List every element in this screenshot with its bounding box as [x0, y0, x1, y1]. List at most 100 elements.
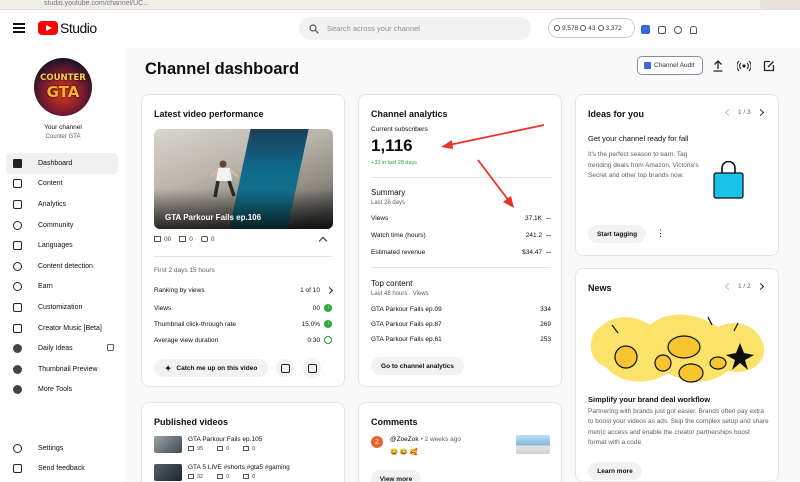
- ideas-icon: [12, 344, 22, 354]
- comment-author[interactable]: @ZoeZok: [390, 436, 419, 443]
- extension-icon[interactable]: [641, 25, 650, 34]
- channel-avatar[interactable]: COUNTER GTA: [34, 58, 92, 116]
- stats-extension-chip[interactable]: 9,578 43 3,372: [548, 18, 635, 38]
- upload-icon[interactable]: [710, 58, 726, 74]
- sidebar-item-creator-music[interactable]: Creator Music [Beta]: [6, 318, 118, 339]
- news-body: Partnering with brands just got easier. …: [588, 408, 769, 447]
- news-headline: Simplify your brand deal workflow: [588, 395, 711, 404]
- edit-icon[interactable]: [761, 58, 777, 74]
- sparkle-icon: ✦: [164, 363, 172, 373]
- comment-video-thumb[interactable]: [516, 435, 550, 454]
- comment-icon: [307, 363, 317, 373]
- thumbnail-icon: [12, 364, 22, 374]
- sidebar-item-content[interactable]: Content: [6, 174, 118, 195]
- channel-analytics-card: Channel analytics Current subscribers 1,…: [358, 94, 562, 387]
- caption-icon[interactable]: [658, 25, 666, 34]
- video-thumb[interactable]: [154, 464, 182, 481]
- sidebar-item-label: Thumbnail Preview: [38, 365, 98, 373]
- metric-label: Ranking by views: [154, 287, 205, 294]
- top-icons: [641, 25, 697, 34]
- eye-icon: [580, 25, 587, 31]
- view-more-button[interactable]: View more: [371, 470, 421, 482]
- news-title: News: [588, 283, 612, 293]
- go-to-analytics-button[interactable]: Go to channel analytics: [371, 357, 464, 375]
- sidebar-item-content-detection[interactable]: Content detection: [6, 256, 118, 277]
- catch-me-up-button[interactable]: ✦ Catch me up on this video: [154, 359, 268, 377]
- youtube-logo-icon: [38, 21, 58, 35]
- likes-stat: 0: [200, 236, 214, 243]
- published-video-title[interactable]: GTA Parkour Fails ep.105: [188, 436, 262, 443]
- stat-watch: 3,372: [605, 24, 622, 32]
- chevron-left-icon[interactable]: [724, 108, 733, 117]
- divider: [154, 256, 332, 257]
- comments-title: Comments: [371, 417, 418, 427]
- more-vert-icon[interactable]: ⋮: [656, 229, 665, 238]
- start-tagging-button[interactable]: Start tagging: [588, 225, 646, 243]
- chevron-left-icon[interactable]: [724, 282, 733, 291]
- feedback-icon: [12, 464, 22, 474]
- top-content-row[interactable]: GTA Parkour Fails ep.09 334: [371, 306, 551, 313]
- logo-text: Studio: [60, 20, 97, 36]
- comment-icon: [179, 236, 187, 243]
- news-page-count: 1 / 2: [738, 283, 751, 290]
- top-content-row[interactable]: GTA Parkour Fails ep.87 269: [371, 321, 551, 328]
- sidebar-item-earn[interactable]: Earn: [6, 277, 118, 298]
- sidebar-item-languages[interactable]: Languages: [6, 235, 118, 256]
- sidebar: COUNTER GTA Your channel Counter GTA Das…: [0, 48, 126, 482]
- sidebar-item-more-tools[interactable]: More Tools: [6, 380, 118, 401]
- dashboard-icon: [12, 158, 22, 168]
- chevron-up-icon[interactable]: [318, 236, 328, 246]
- bar-chart-icon: [280, 363, 290, 373]
- stat-views: 43: [588, 24, 596, 32]
- sidebar-item-feedback[interactable]: Send feedback: [6, 459, 118, 480]
- sidebar-item-dashboard[interactable]: Dashboard: [6, 153, 118, 174]
- analytics-icon: [12, 199, 22, 209]
- views-count: 95: [197, 446, 204, 452]
- period-label: First 2 days 15 hours: [154, 267, 215, 274]
- video-thumbnail[interactable]: GTA Parkour Fails ep.106: [154, 129, 333, 229]
- chevron-right-icon[interactable]: [325, 286, 334, 295]
- dash-icon: [546, 217, 551, 219]
- chevron-right-icon[interactable]: [756, 282, 764, 291]
- video-title: GTA Parkour Fails ep.106: [165, 213, 262, 222]
- bell-icon[interactable]: [690, 25, 697, 34]
- sidebar-item-label: Creator Music [Beta]: [38, 324, 102, 332]
- sidebar-item-settings[interactable]: Settings: [6, 438, 118, 459]
- metric-label: Views: [154, 304, 172, 312]
- studio-logo[interactable]: Studio: [38, 20, 97, 36]
- metric-label: Thumbnail click-through rate: [154, 320, 237, 328]
- published-title: Published videos: [154, 417, 229, 427]
- ideas-title: Ideas for you: [588, 109, 645, 119]
- channel-audit-icon: [644, 62, 651, 69]
- catch-me-up-label: Catch me up on this video: [176, 364, 258, 372]
- commenter-avatar[interactable]: Z: [371, 436, 383, 448]
- dash-icon: [546, 251, 551, 253]
- sidebar-item-customization[interactable]: Customization: [6, 297, 118, 318]
- published-video-title[interactable]: GTA 5 LIVE #shorts #gta5 #gaming: [188, 464, 290, 471]
- learn-more-button[interactable]: Learn more: [588, 462, 642, 480]
- search-input[interactable]: Search across your channel: [299, 17, 531, 40]
- comment-button[interactable]: [303, 359, 321, 377]
- summary-value: 241.2: [525, 232, 542, 239]
- sidebar-item-label: Community: [38, 221, 74, 229]
- dash-icon: [546, 234, 551, 236]
- browser-tab-edge: [760, 0, 800, 9]
- summary-label: Estimated revenue: [371, 249, 426, 256]
- top-content-row[interactable]: GTA Parkour Fails ep.61 253: [371, 336, 551, 343]
- chevron-right-icon[interactable]: [756, 108, 764, 117]
- live-icon[interactable]: [736, 58, 752, 74]
- sidebar-item-analytics[interactable]: Analytics: [6, 194, 118, 215]
- summary-title: Summary: [371, 188, 406, 197]
- sidebar-item-thumbnail-preview[interactable]: Thumbnail Preview: [6, 359, 118, 380]
- sidebar-item-daily-ideas[interactable]: Daily Ideas: [6, 338, 118, 359]
- channel-audit-button[interactable]: Channel Audit: [637, 56, 703, 75]
- news-pager: 1 / 2: [724, 282, 764, 291]
- analytics-button[interactable]: [276, 359, 294, 377]
- ideas-card: Ideas for you 1 / 3 Get your channel rea…: [575, 94, 779, 256]
- video-thumb[interactable]: [154, 436, 182, 453]
- bar-chart-icon: [154, 236, 161, 243]
- page-title: Channel dashboard: [145, 60, 300, 78]
- menu-icon[interactable]: [13, 23, 25, 33]
- help-icon[interactable]: [674, 25, 682, 34]
- sidebar-item-community[interactable]: Community: [6, 215, 118, 236]
